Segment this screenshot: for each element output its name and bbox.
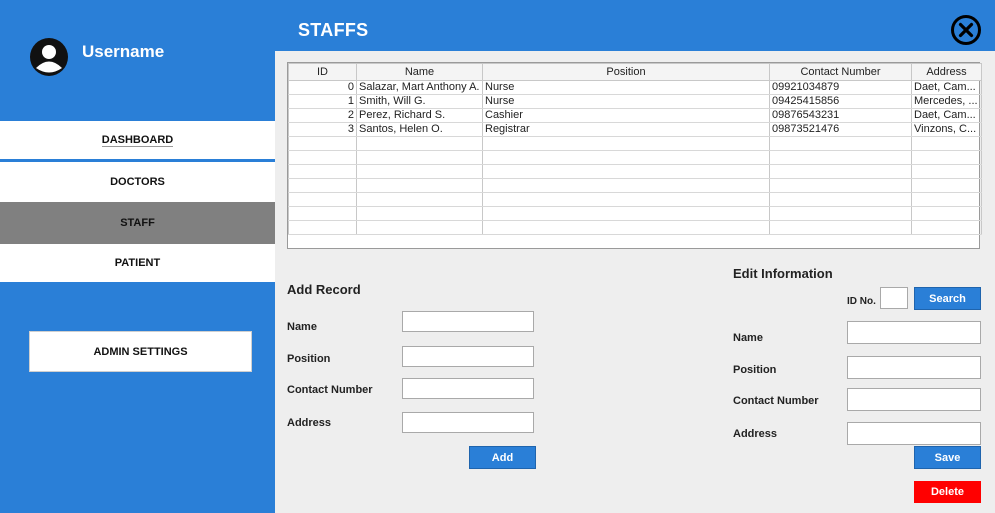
id-no-label: ID No. bbox=[847, 296, 876, 307]
nav-staff[interactable]: STAFF bbox=[0, 202, 275, 244]
delete-button[interactable]: Delete bbox=[914, 481, 981, 503]
cell-address: Mercedes, ... bbox=[911, 94, 982, 109]
empty-row bbox=[288, 164, 982, 179]
search-button[interactable]: Search bbox=[914, 287, 981, 310]
close-icon[interactable] bbox=[950, 14, 982, 46]
edit-position-field[interactable] bbox=[847, 356, 981, 379]
cell-name: Smith, Will G. bbox=[356, 94, 483, 109]
edit-info-title: Edit Information bbox=[733, 266, 833, 281]
cell-position: Nurse bbox=[482, 80, 770, 95]
edit-address-label: Address bbox=[733, 428, 778, 440]
nav-dashboard[interactable]: DASHBOARD bbox=[0, 121, 275, 162]
empty-row bbox=[288, 136, 982, 151]
cell-name: Perez, Richard S. bbox=[356, 108, 483, 123]
cell-name: Salazar, Mart Anthony A. bbox=[356, 80, 483, 95]
table-row[interactable]: 0 Salazar, Mart Anthony A. Nurse 0992103… bbox=[288, 80, 982, 95]
column-header-address[interactable]: Address bbox=[911, 63, 982, 81]
edit-address-field[interactable] bbox=[847, 422, 981, 445]
cell-contact: 09425415856 bbox=[769, 94, 912, 109]
cell-position: Nurse bbox=[482, 94, 770, 109]
column-header-position[interactable]: Position bbox=[482, 63, 770, 81]
cell-address: Daet, Cam... bbox=[911, 108, 982, 123]
cell-id: 2 bbox=[288, 108, 357, 123]
column-header-id[interactable]: ID bbox=[288, 63, 357, 81]
add-position-field[interactable] bbox=[402, 346, 534, 367]
edit-name-label: Name bbox=[733, 332, 763, 344]
nav-dashboard-label: DASHBOARD bbox=[101, 133, 174, 147]
cell-position: Cashier bbox=[482, 108, 770, 123]
add-name-label: Name bbox=[287, 321, 317, 333]
add-address-label: Address bbox=[287, 417, 332, 429]
add-record-title: Add Record bbox=[287, 282, 361, 297]
column-header-contact[interactable]: Contact Number bbox=[769, 63, 912, 81]
cell-id: 0 bbox=[288, 80, 357, 95]
table-row[interactable]: 3 Santos, Helen O. Registrar 09873521476… bbox=[288, 122, 982, 137]
admin-settings-button[interactable]: ADMIN SETTINGS bbox=[29, 331, 252, 372]
empty-row bbox=[288, 192, 982, 207]
empty-row bbox=[288, 220, 982, 235]
username-label: Username bbox=[82, 42, 165, 61]
nav-patient[interactable]: PATIENT bbox=[0, 244, 275, 282]
nav-doctors-label: DOCTORS bbox=[110, 176, 165, 188]
empty-row bbox=[288, 150, 982, 165]
cell-position: Registrar bbox=[482, 122, 770, 137]
id-no-field[interactable] bbox=[880, 287, 908, 309]
cell-contact: 09921034879 bbox=[769, 80, 912, 95]
user-avatar-icon bbox=[30, 38, 68, 76]
nav-staff-label: STAFF bbox=[120, 217, 155, 229]
cell-address: Vinzons, C... bbox=[911, 122, 982, 137]
empty-row bbox=[288, 178, 982, 193]
edit-contact-label: Contact Number bbox=[733, 395, 819, 407]
cell-contact: 09876543231 bbox=[769, 108, 912, 123]
empty-row bbox=[288, 206, 982, 221]
header-bar bbox=[275, 0, 995, 51]
add-position-label: Position bbox=[287, 353, 331, 365]
edit-contact-field[interactable] bbox=[847, 388, 981, 411]
cell-name: Santos, Helen O. bbox=[356, 122, 483, 137]
save-button[interactable]: Save bbox=[914, 446, 981, 469]
table-row[interactable]: 1 Smith, Will G. Nurse 09425415856 Merce… bbox=[288, 94, 982, 109]
nav-patient-label: PATIENT bbox=[114, 257, 161, 269]
page-title: STAFFS bbox=[298, 20, 369, 40]
cell-id: 3 bbox=[288, 122, 357, 137]
edit-position-label: Position bbox=[733, 364, 777, 376]
add-address-field[interactable] bbox=[402, 412, 534, 433]
add-contact-field[interactable] bbox=[402, 378, 534, 399]
add-button[interactable]: Add bbox=[469, 446, 536, 469]
add-name-field[interactable] bbox=[402, 311, 534, 332]
edit-name-field[interactable] bbox=[847, 321, 981, 344]
cell-address: Daet, Cam... bbox=[911, 80, 982, 95]
staff-table[interactable]: ID Name Position Contact Number Address … bbox=[287, 62, 982, 249]
cell-id: 1 bbox=[288, 94, 357, 109]
cell-contact: 09873521476 bbox=[769, 122, 912, 137]
nav-doctors[interactable]: DOCTORS bbox=[0, 162, 275, 202]
column-header-name[interactable]: Name bbox=[356, 63, 483, 81]
add-contact-label: Contact Number bbox=[287, 384, 373, 396]
table-row[interactable]: 2 Perez, Richard S. Cashier 09876543231 … bbox=[288, 108, 982, 123]
